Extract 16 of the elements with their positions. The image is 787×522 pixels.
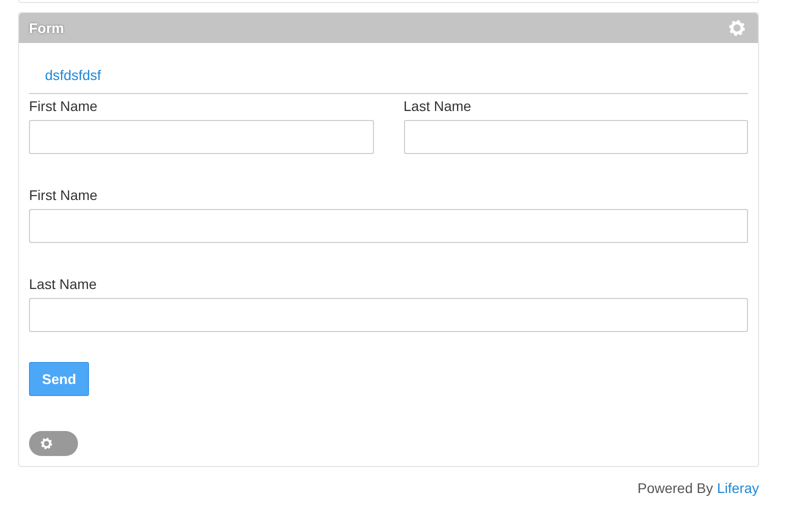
input-field[interactable] xyxy=(29,209,748,243)
settings-toggle[interactable] xyxy=(29,431,78,456)
input-field[interactable] xyxy=(404,120,748,154)
field-label: First Name xyxy=(29,98,98,114)
input-field[interactable] xyxy=(29,120,374,154)
field-label: First Name xyxy=(29,187,98,203)
settings-icon[interactable] xyxy=(40,437,53,450)
input-field[interactable] xyxy=(29,298,748,332)
field-label: Last Name xyxy=(404,98,472,114)
powered-by-text: Powered By xyxy=(637,480,713,496)
form-title[interactable]: dsfdsfdsf xyxy=(29,43,748,94)
field-label: Last Name xyxy=(29,276,98,292)
send-button[interactable]: Send xyxy=(29,362,90,396)
settings-icon[interactable] xyxy=(728,19,746,37)
portlet-title: Form xyxy=(29,20,64,36)
liferay-link[interactable]: Liferay xyxy=(716,480,759,496)
